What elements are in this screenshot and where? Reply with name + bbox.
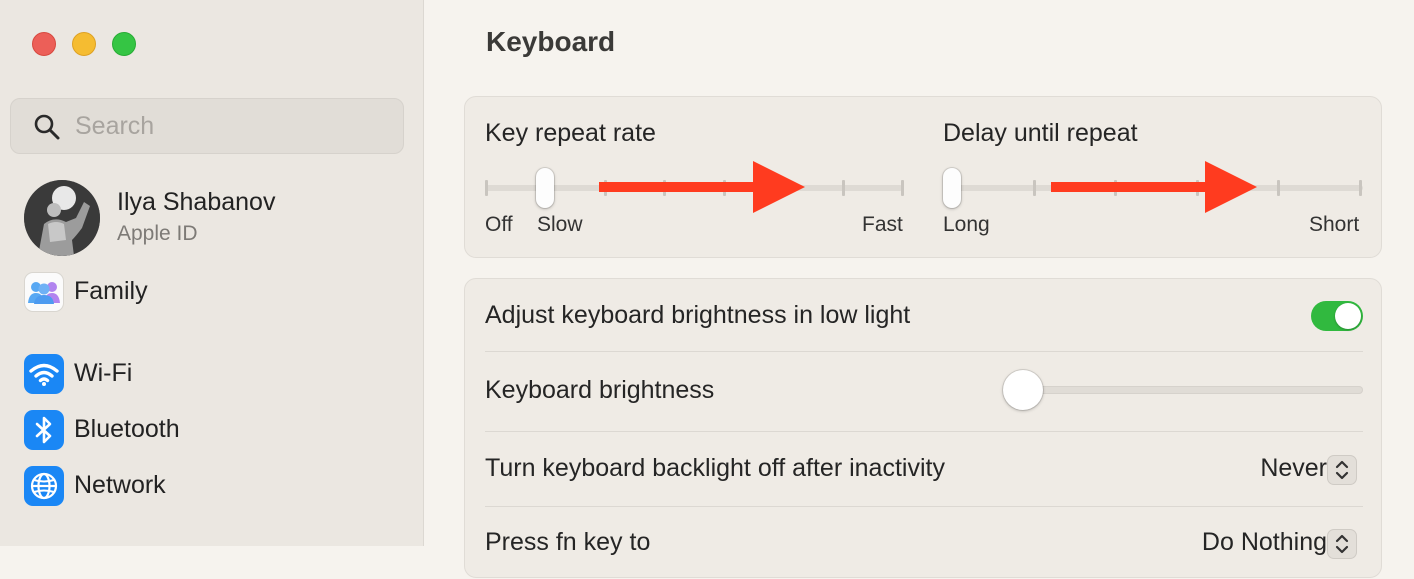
network-icon [24, 466, 64, 506]
sidebar-item-label: Network [74, 471, 166, 499]
keyboard-brightness-label: Keyboard brightness [485, 376, 715, 404]
delay-repeat-knob[interactable] [943, 168, 961, 208]
slider-tick [1032, 180, 1036, 196]
search-input[interactable] [75, 109, 375, 143]
backlight-off-label: Turn keyboard backlight off after inacti… [485, 454, 945, 482]
adjust-brightness-label: Adjust keyboard brightness in low light [485, 301, 911, 329]
sidebar-item-family[interactable]: Family [22, 270, 412, 316]
backlight-off-stepper[interactable] [1327, 455, 1357, 485]
annotation-arrow-delay-repeat [1051, 161, 1257, 213]
bluetooth-icon [24, 410, 64, 450]
delay-repeat-short-label: Short [1309, 213, 1360, 236]
fn-key-label: Press fn key to [485, 528, 651, 556]
key-repeat-title: Key repeat rate [485, 119, 656, 147]
slider-tick [1277, 180, 1281, 196]
key-repeat-card: Key repeat rate Delay until repeat Off S… [464, 96, 1382, 258]
profile-name: Ilya Shabanov [117, 188, 276, 216]
key-repeat-slow-label: Slow [537, 213, 583, 236]
slider-tick [901, 180, 904, 196]
sidebar: Ilya Shabanov Apple ID Family Wi-Fi [0, 0, 424, 546]
backlight-off-value[interactable]: Never [1260, 454, 1327, 483]
key-repeat-fast-label: Fast [862, 213, 903, 236]
adjust-brightness-toggle[interactable] [1311, 301, 1363, 331]
slider-tick [1359, 180, 1362, 196]
apple-id-profile[interactable]: Ilya Shabanov Apple ID [22, 178, 402, 258]
adjust-brightness-row: Adjust keyboard brightness in low light [485, 279, 1361, 351]
chevron-up-down-icon [1335, 534, 1349, 554]
delay-repeat-title: Delay until repeat [943, 119, 1138, 147]
fn-key-value[interactable]: Do Nothing [1202, 528, 1327, 557]
key-repeat-knob[interactable] [536, 168, 555, 208]
slider-tick [841, 180, 845, 196]
toggle-thumb [1335, 303, 1361, 329]
family-icon [24, 272, 64, 312]
annotation-arrow-key-repeat [599, 161, 805, 213]
search-icon [33, 113, 61, 141]
window-zoom-button[interactable] [112, 32, 136, 56]
profile-subtitle: Apple ID [117, 222, 198, 245]
key-repeat-off-label: Off [485, 213, 513, 236]
keyboard-brightness-knob[interactable] [1003, 370, 1043, 410]
sidebar-item-wifi[interactable]: Wi-Fi [22, 352, 412, 398]
keyboard-brightness-slider[interactable] [1023, 386, 1363, 394]
sidebar-item-bluetooth[interactable]: Bluetooth [22, 408, 412, 454]
slider-tick [485, 180, 488, 196]
window-minimize-button[interactable] [72, 32, 96, 56]
sidebar-item-network[interactable]: Network [22, 464, 412, 510]
sidebar-item-label: Family [74, 277, 148, 305]
search-field[interactable] [10, 98, 404, 154]
chevron-up-down-icon [1335, 460, 1349, 480]
window-close-button[interactable] [32, 32, 56, 56]
wifi-icon [24, 354, 64, 394]
page-title: Keyboard [486, 26, 616, 57]
delay-repeat-long-label: Long [943, 213, 990, 236]
sidebar-item-label: Wi-Fi [74, 359, 133, 387]
backlight-off-row: Turn keyboard backlight off after inacti… [485, 432, 1361, 506]
fn-key-stepper[interactable] [1327, 529, 1357, 559]
keyboard-settings-card: Adjust keyboard brightness in low light … [464, 278, 1382, 578]
avatar [24, 180, 100, 256]
sidebar-item-label: Bluetooth [74, 415, 180, 443]
